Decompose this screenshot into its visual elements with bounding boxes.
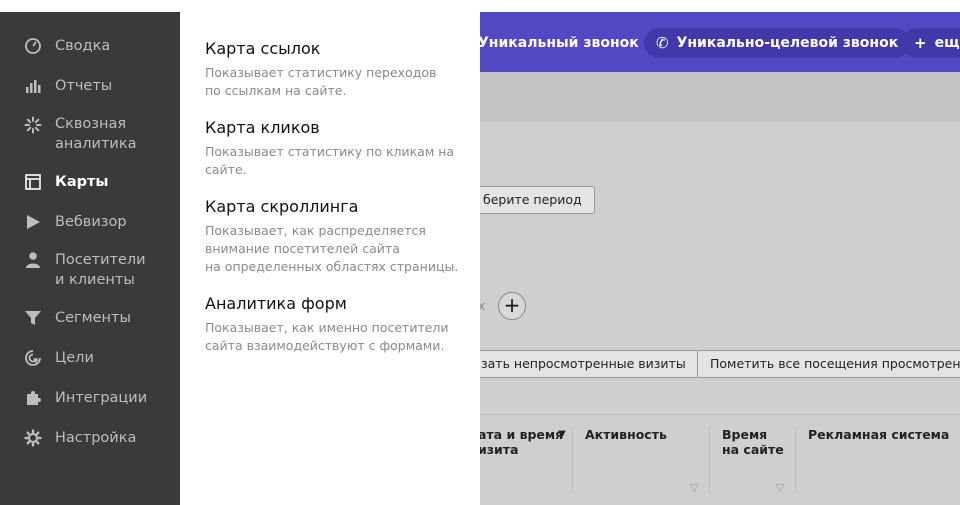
goal-chip-label: ещё <box>934 35 960 51</box>
gear-icon <box>24 429 42 447</box>
sort-desc-icon[interactable]: ▼ <box>558 427 566 442</box>
button-label: берите период <box>483 192 582 207</box>
goal-chip-label: Уникальный звонок <box>480 35 639 51</box>
button-label: зать непросмотренные визиты <box>481 356 686 371</box>
funnel-icon <box>24 309 42 327</box>
faded-label: х <box>480 298 486 313</box>
sidebar-item-label: Настройка <box>55 430 137 446</box>
column-header-ad-system[interactable]: Рекламная система <box>808 427 949 442</box>
phone-icon: ✆ <box>656 34 669 52</box>
flyout-item-click-map[interactable]: Карта кликов Показывает статистику по кл… <box>205 118 465 179</box>
person-icon <box>24 251 42 269</box>
filter-icon[interactable]: ▽ <box>776 481 784 494</box>
loader-icon <box>24 116 42 134</box>
flyout-item-description: Показывает, как именно посетители сайта … <box>205 320 449 353</box>
mark-all-viewed-button[interactable]: Пометить все посещения просмотренными <box>697 350 960 378</box>
maps-flyout-menu: Карта ссылок Показывает статистику перех… <box>180 12 480 505</box>
flyout-item-description: Показывает статистику переходов по ссылк… <box>205 65 437 98</box>
sidebar-item-label: Отчеты <box>55 78 113 94</box>
flyout-item-description: Показывает, как распределяется внимание … <box>205 223 459 274</box>
column-divider <box>709 427 710 493</box>
flyout-item-scroll-map[interactable]: Карта скроллинга Показывает, как распред… <box>205 197 465 276</box>
flyout-item-link-map[interactable]: Карта ссылок Показывает статистику перех… <box>205 39 465 100</box>
goals-bar: Уникальный звонок ✆ Уникально-целевой зв… <box>480 12 960 72</box>
puzzle-icon <box>24 389 42 407</box>
sidebar-item-label: Сквозная аналитика <box>55 116 137 152</box>
sidebar-item-label: Сводка <box>55 38 111 54</box>
flyout-item-title: Карта скроллинга <box>205 197 359 216</box>
sidebar-item-label: Вебвизор <box>55 214 127 230</box>
subheader-band <box>480 72 960 122</box>
flyout-item-form-analytics[interactable]: Аналитика форм Показывает, как именно по… <box>205 294 465 355</box>
filter-icon[interactable]: ▽ <box>690 481 698 494</box>
sidebar: Сводка Отчеты Сквозная аналитика Карты В… <box>0 12 180 505</box>
goal-chip-label: Уникально-целевой звонок <box>676 35 899 51</box>
goal-chip-unique-call[interactable]: Уникальный звонок <box>480 28 651 58</box>
column-header-time-on-site[interactable]: Время на сайте <box>722 427 784 457</box>
column-divider <box>795 427 796 493</box>
column-header-datetime[interactable]: ата и время изита <box>480 427 563 457</box>
sidebar-item-label: Посетители и клиенты <box>55 252 146 288</box>
dimmed-page-background: Уникальный звонок ✆ Уникально-целевой зв… <box>480 12 960 505</box>
play-icon <box>24 213 42 231</box>
top-strip <box>0 0 960 12</box>
bar-chart-icon <box>24 77 42 95</box>
goal-chip-unique-target-call[interactable]: ✆ Уникально-целевой звонок <box>644 28 911 58</box>
map-layout-icon <box>24 173 42 191</box>
sidebar-item-label: Цели <box>55 350 94 366</box>
flyout-item-title: Аналитика форм <box>205 294 347 313</box>
target-cursor-icon <box>24 349 42 367</box>
goal-chip-more[interactable]: + ещё <box>902 28 960 58</box>
add-filter-button[interactable]: + <box>498 292 526 320</box>
flyout-item-title: Карта кликов <box>205 118 320 137</box>
sidebar-item-label: Сегменты <box>55 310 131 326</box>
plus-icon: + <box>914 34 927 52</box>
sidebar-item-label: Карты <box>55 174 109 190</box>
button-label: Пометить все посещения просмотренными <box>710 356 960 371</box>
gauge-icon <box>24 37 42 55</box>
column-divider <box>572 427 573 493</box>
sidebar-item-label: Интеграции <box>55 390 148 406</box>
column-header-activity[interactable]: Активность <box>585 427 667 442</box>
select-period-button[interactable]: берите период <box>480 186 595 214</box>
plus-icon: + <box>503 293 521 317</box>
flyout-item-title: Карта ссылок <box>205 39 321 58</box>
show-unviewed-visits-button[interactable]: зать непросмотренные визиты <box>480 350 699 378</box>
visits-table-header: ата и время изита ▼ Активность ▽ Время н… <box>480 414 960 505</box>
flyout-item-description: Показывает статистику по кликам на сайте… <box>205 144 455 177</box>
